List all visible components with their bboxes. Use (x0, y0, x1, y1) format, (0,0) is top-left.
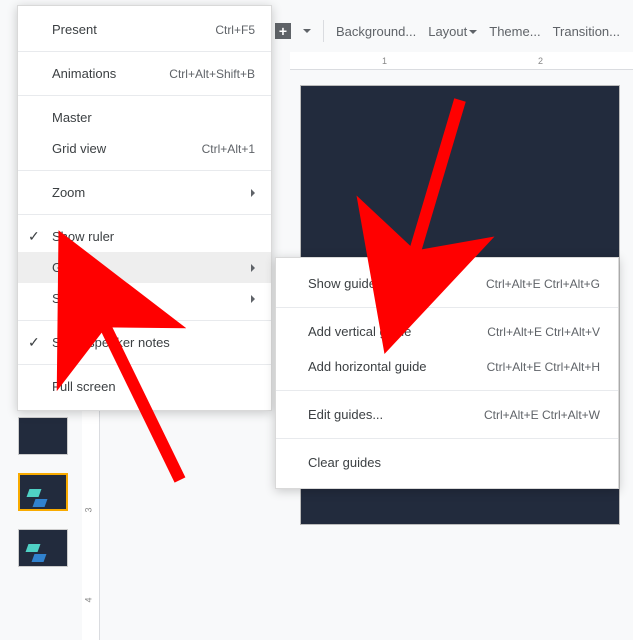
toolbar: + Background... Layout Theme... Transiti… (275, 20, 633, 42)
layout-button[interactable]: Layout (428, 24, 477, 39)
submenu-clear-guides[interactable]: Clear guides (276, 445, 618, 480)
submenu-add-horizontal[interactable]: Add horizontal guide Ctrl+Alt+E Ctrl+Alt… (276, 349, 618, 384)
horizontal-ruler: 1 2 (290, 52, 633, 70)
menu-separator (18, 51, 271, 52)
check-icon: ✓ (28, 334, 40, 351)
menu-separator (276, 390, 618, 391)
transition-button[interactable]: Transition... (553, 24, 620, 39)
background-button[interactable]: Background... (336, 24, 416, 39)
slide-thumb[interactable] (18, 529, 68, 567)
toolbar-separator (323, 20, 324, 42)
menu-animations[interactable]: Animations Ctrl+Alt+Shift+B (18, 58, 271, 89)
menu-separator (18, 214, 271, 215)
menu-separator (18, 170, 271, 171)
annotation-arrow (380, 90, 480, 325)
menu-separator (276, 438, 618, 439)
menu-master[interactable]: Master (18, 102, 271, 133)
submenu-edit-guides[interactable]: Edit guides... Ctrl+Alt+E Ctrl+Alt+W (276, 397, 618, 432)
check-icon: ✓ (28, 228, 40, 245)
menu-present[interactable]: Present Ctrl+F5 (18, 14, 271, 45)
theme-button[interactable]: Theme... (489, 24, 540, 39)
menu-gridview[interactable]: Grid view Ctrl+Alt+1 (18, 133, 271, 164)
dropdown-icon[interactable] (303, 29, 311, 37)
menu-show-ruler[interactable]: ✓ Show ruler (18, 221, 271, 252)
annotation-arrow (60, 270, 210, 505)
menu-zoom[interactable]: Zoom (18, 177, 271, 208)
add-slide-button[interactable]: + (275, 23, 291, 39)
menu-separator (18, 95, 271, 96)
